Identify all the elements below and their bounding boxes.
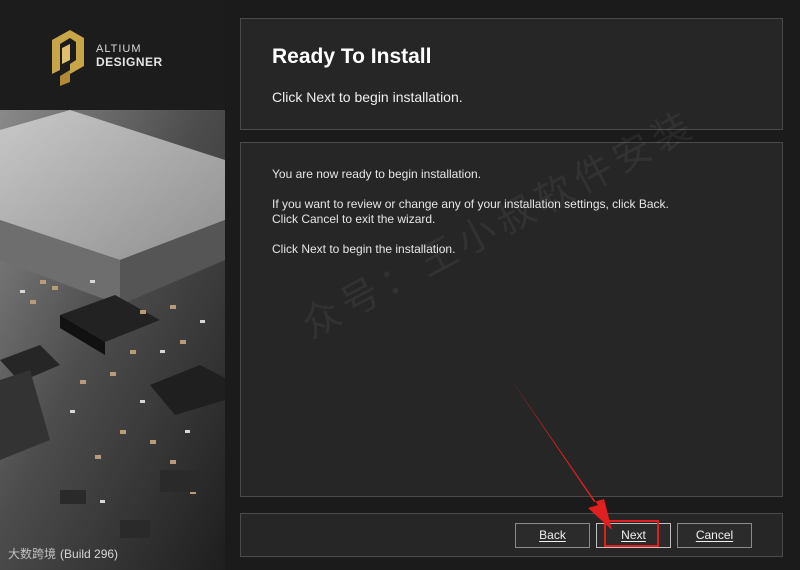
- next-text: Click Next to begin the installation.: [272, 242, 456, 256]
- content-panel: You are now ready to begin installation.…: [240, 142, 783, 497]
- brand-sidebar: ALTIUM DESIGNER 大数跨境 (Build 296): [0, 0, 225, 570]
- instructions: You are now ready to begin installation.…: [272, 167, 669, 272]
- next-highlight-box: [604, 520, 659, 547]
- circuit-board-image: [0, 110, 225, 570]
- back-button[interactable]: Back: [515, 523, 590, 548]
- review-line: If you want to review or change any of y…: [272, 197, 669, 211]
- page-title: Ready To Install: [272, 45, 432, 68]
- button-bar: Back Next Cancel: [240, 513, 783, 557]
- build-label: 大数跨境 (Build 296): [8, 545, 118, 562]
- ready-text: You are now ready to begin installation.: [272, 167, 482, 181]
- brand-line2: DESIGNER: [96, 55, 163, 69]
- header-panel: Ready To Install Click Next to begin ins…: [240, 18, 783, 130]
- cancel-line: Click Cancel to exit the wizard.: [272, 212, 436, 226]
- cancel-button[interactable]: Cancel: [677, 523, 752, 548]
- brand-logo: ALTIUM DESIGNER: [48, 26, 163, 86]
- review-text: If you want to review or change any of y…: [272, 197, 669, 227]
- brand-wordmark: ALTIUM DESIGNER: [96, 43, 163, 69]
- build-number: (Build 296): [60, 546, 119, 561]
- page-subtitle: Click Next to begin installation.: [272, 89, 463, 105]
- watermark-prefix: 大数跨境: [8, 547, 57, 561]
- altium-logo-icon: [52, 30, 84, 86]
